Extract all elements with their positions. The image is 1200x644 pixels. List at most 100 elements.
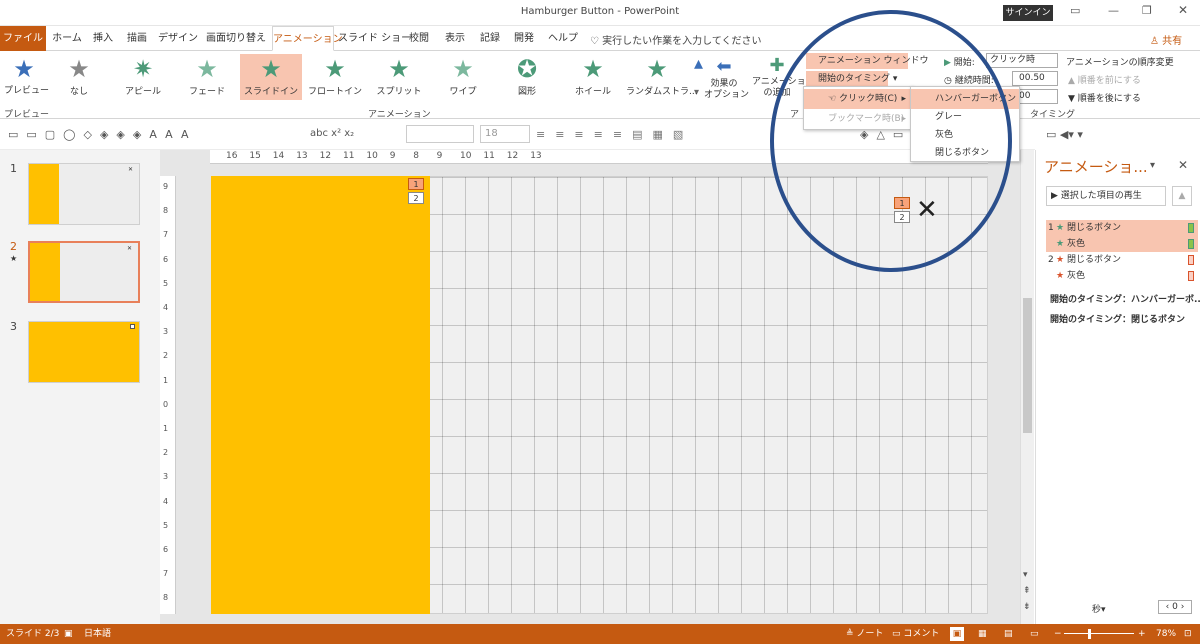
thumb-yellow <box>29 164 59 224</box>
scroll-gallery-icon[interactable]: ▴ <box>694 53 703 74</box>
play-selected-button[interactable]: ▶ 選択した項目の再生 <box>1046 186 1166 206</box>
submenu-item-close-button[interactable]: 閉じるボタン <box>911 143 1019 163</box>
tab-design[interactable]: デザイン <box>158 26 198 51</box>
slide-sorter-icon[interactable]: ▦ <box>978 624 987 644</box>
anim-shape[interactable]: ✪ 図形 <box>496 54 558 100</box>
animation-list-item[interactable]: ★ 灰色 <box>1046 236 1198 252</box>
move-later-button[interactable]: ▼ 順番を後にする <box>1068 91 1141 104</box>
anim-appear[interactable]: ✷ アピール <box>112 54 174 100</box>
anim-label: ワイプ <box>449 87 477 97</box>
duration-input[interactable]: 00.50 <box>1012 71 1058 86</box>
anim-wheel[interactable]: ★ ホイール <box>562 54 624 100</box>
anim-none[interactable]: ★ なし <box>48 54 110 100</box>
font-size-select[interactable]: 18 <box>480 125 530 143</box>
vertical-scrollbar[interactable]: ▾ ⇞ ⇟ <box>1020 150 1034 624</box>
next-slide-icon[interactable]: ⇟ <box>1023 602 1031 612</box>
tab-slideshow[interactable]: スライド ショー <box>338 26 411 51</box>
scroll-down-icon[interactable]: ▾ <box>1023 570 1028 580</box>
zoom-level[interactable]: 78% <box>1156 624 1176 644</box>
tab-animations[interactable]: アニメーション <box>272 26 343 51</box>
yellow-menu-panel[interactable] <box>211 176 430 614</box>
zoom-slider-thumb[interactable] <box>1088 629 1091 639</box>
pane-close-icon[interactable]: ✕ <box>1178 158 1188 172</box>
tab-developer[interactable]: 開発 <box>510 26 538 51</box>
normal-view-icon[interactable]: ▣ <box>950 627 964 641</box>
scroll-thumb[interactable] <box>1023 298 1032 433</box>
menu-item-on-bookmark[interactable]: ブックマーク時(B) ▸ <box>804 109 912 129</box>
tab-help[interactable]: ヘルプ <box>546 26 580 51</box>
ruler-tick-label: 2 <box>163 351 169 361</box>
anim-split[interactable]: ★ スプリット <box>368 54 430 100</box>
slide-thumb-3[interactable] <box>28 321 140 383</box>
close-window-icon[interactable]: ✕ <box>1178 3 1188 17</box>
star-icon: ★ <box>324 55 346 83</box>
pane-options-icon[interactable]: ▾ <box>1150 160 1155 171</box>
zoom-out-icon[interactable]: − <box>1054 624 1062 644</box>
ruler-tick-label: 3 <box>163 472 169 482</box>
tab-draw[interactable]: 描画 <box>122 26 152 51</box>
add-animation-button[interactable]: ✚ アニメーション の追加 <box>752 55 815 99</box>
tab-record[interactable]: 記録 <box>476 26 504 51</box>
proofing-icon[interactable]: ▣ <box>64 624 73 644</box>
duration-label-text: 継続時間: <box>954 76 994 86</box>
shape-tools-icon[interactable]: ▭▭▢◯◇◈◈◈AAA <box>8 128 197 141</box>
maximize-icon[interactable]: ❐ <box>1142 4 1152 17</box>
anim-fade[interactable]: ★ フェード <box>176 54 238 100</box>
tab-home[interactable]: ホーム <box>50 26 84 51</box>
timeline-bar[interactable] <box>1188 239 1194 249</box>
tab-transitions[interactable]: 画面切り替え <box>204 26 268 51</box>
menu-item-on-click[interactable]: ☜ クリック時(C) ▸ <box>804 89 912 109</box>
move-up-icon[interactable]: ▲ <box>1172 186 1192 206</box>
anim-wipe[interactable]: ★ ワイプ <box>432 54 494 100</box>
animation-list-item[interactable]: 2 ★ 閉じるボタン <box>1046 252 1198 268</box>
slideshow-view-icon[interactable]: ▭ <box>1030 624 1039 644</box>
anim-random-bars[interactable]: ★ ランダムストラ... <box>626 54 698 100</box>
tab-view[interactable]: 表示 <box>440 26 470 51</box>
move-earlier-button[interactable]: ▲ 順番を前にする <box>1068 73 1141 86</box>
seconds-dropdown[interactable]: 秒▾ <box>1092 602 1106 615</box>
align-tools-icon[interactable]: ≡≡≡≡≡▤▦▧ <box>536 128 693 141</box>
submenu-item-gray[interactable]: グレー <box>911 107 1019 127</box>
text-style-tools-icon[interactable]: abc x² x₂ <box>310 128 354 139</box>
animation-pane-button[interactable]: アニメーション ウィンドウ <box>806 53 929 69</box>
anim-fly-in[interactable]: ★ スライドイン <box>240 54 302 100</box>
timeline-zoom[interactable]: ‹ 0 › <box>1158 600 1192 614</box>
fit-to-window-icon[interactable]: ⊡ <box>1184 624 1192 644</box>
submenu-item-gray-kanji[interactable]: 灰色 <box>911 125 1019 145</box>
anim-float-in[interactable]: ★ フロートイン <box>304 54 366 100</box>
timeline-bar[interactable] <box>1188 255 1194 265</box>
font-name-select[interactable] <box>406 125 474 143</box>
animation-list-item[interactable]: 1 ★ 閉じるボタン <box>1046 220 1198 236</box>
tell-me-box[interactable]: ♡ 実行したい作業を入力してください <box>590 32 762 47</box>
trigger-button[interactable]: 開始のタイミング ▾ <box>806 71 897 87</box>
preview-button[interactable]: ★ プレビュー <box>4 55 49 96</box>
zoom-in-icon[interactable]: + <box>1138 624 1146 644</box>
prev-slide-icon[interactable]: ⇞ <box>1023 586 1031 596</box>
animation-list-item[interactable]: ★ 灰色 <box>1046 268 1198 284</box>
tab-insert[interactable]: 挿入 <box>88 26 118 51</box>
slide-thumb-1[interactable]: ✕ <box>28 163 140 225</box>
notes-button[interactable]: ≜ ノート <box>846 624 883 644</box>
ruler-tick-label: 1 <box>163 424 169 433</box>
share-button[interactable]: ♙ 共有 <box>1150 32 1182 47</box>
signin-button[interactable]: サインイン <box>1003 5 1053 21</box>
speaker-icon[interactable]: ▭ ◀▾ ▾ <box>1046 128 1083 141</box>
minimize-icon[interactable]: — <box>1108 4 1119 17</box>
close-x-shape[interactable]: ✕ <box>916 196 938 224</box>
zoom-slider[interactable] <box>1064 633 1134 634</box>
thumb-x-icon: ✕ <box>126 245 132 252</box>
language-indicator[interactable]: 日本語 <box>84 624 111 644</box>
tab-file[interactable]: ファイル <box>0 26 46 51</box>
reading-view-icon[interactable]: ▤ <box>1004 624 1013 644</box>
anim-label: ホイール <box>574 87 611 97</box>
timeline-bar[interactable] <box>1188 271 1194 281</box>
slide-thumb-2[interactable]: ✕ <box>28 241 140 303</box>
tab-review[interactable]: 校閲 <box>404 26 434 51</box>
comments-button[interactable]: ▭ コメント <box>892 624 939 644</box>
preview-star-icon: ★ <box>13 55 35 83</box>
timeline-bar[interactable] <box>1188 223 1194 233</box>
effect-options-button[interactable]: ⬅ 効果の オプション <box>704 55 749 101</box>
submenu-item-hamburger[interactable]: ハンバーガーボタン <box>911 89 1019 109</box>
start-select[interactable]: クリック時 <box>986 53 1058 68</box>
ribbon-display-icon[interactable]: ▭ <box>1070 4 1080 17</box>
